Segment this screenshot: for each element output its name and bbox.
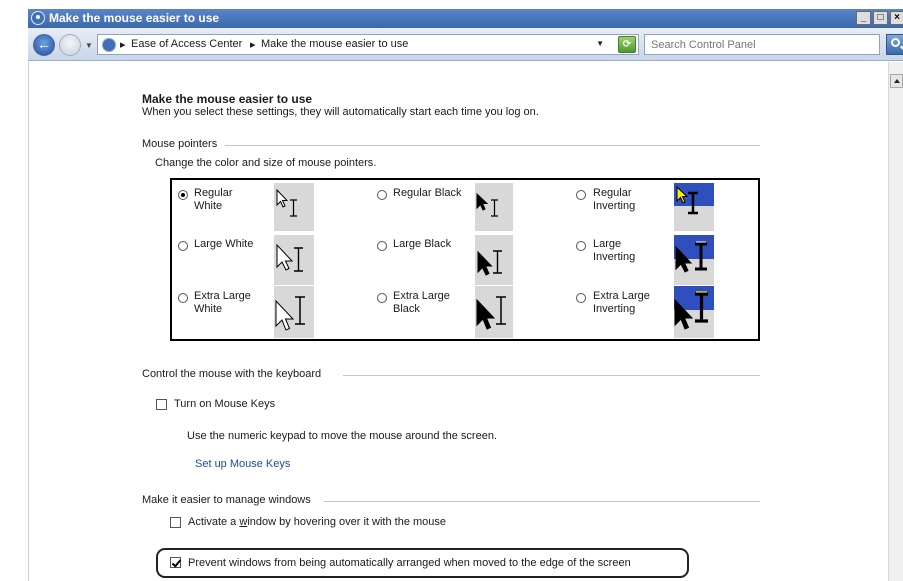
- pointer-scheme-grid: Regular White Regular Black Regular Invert…: [170, 178, 760, 341]
- setup-mouse-keys-link[interactable]: Set up Mouse Keys: [195, 458, 290, 470]
- large-white-pointer-preview: [274, 235, 314, 285]
- back-button[interactable]: ←: [33, 34, 55, 56]
- option-large-black-label[interactable]: Large Black: [393, 238, 451, 251]
- large-black-pointer-preview: [475, 235, 513, 285]
- address-dropdown-icon[interactable]: ▼: [596, 39, 604, 48]
- minimize-button[interactable]: _: [856, 11, 871, 25]
- radio-large-black[interactable]: [377, 241, 387, 251]
- regular-inverting-pointer-preview: [674, 183, 714, 231]
- address-bar[interactable]: ▸ Ease of Access Center ▸ Make the mouse…: [97, 34, 639, 55]
- extra-large-black-pointer-preview: [475, 286, 513, 338]
- close-button[interactable]: ×: [890, 11, 903, 25]
- hover-activate-label[interactable]: Activate a window by hovering over it wi…: [188, 516, 446, 528]
- radio-extra-large-inverting[interactable]: [576, 293, 586, 303]
- page-title: Make the mouse easier to use: [142, 92, 313, 106]
- option-extra-large-inverting-label[interactable]: Extra Large Inverting: [593, 290, 650, 316]
- navigation-bar: ← ▼ ▸ Ease of Access Center ▸ Make the m…: [28, 28, 903, 61]
- window-title: Make the mouse easier to use: [49, 11, 220, 25]
- group-divider: [343, 375, 760, 376]
- title-bar: Make the mouse easier to use _ □ ×: [28, 9, 903, 28]
- radio-large-inverting[interactable]: [576, 241, 586, 251]
- forward-button[interactable]: [59, 34, 81, 56]
- regular-black-pointer-preview: [475, 183, 513, 231]
- search-button[interactable]: [886, 34, 903, 55]
- regular-white-pointer-preview: [274, 183, 314, 231]
- page-subtitle: When you select these settings, they wil…: [142, 106, 539, 118]
- search-icon: [891, 38, 900, 47]
- history-dropdown-icon[interactable]: ▼: [85, 41, 93, 50]
- option-extra-large-white-label[interactable]: Extra Large White: [194, 290, 251, 316]
- extra-large-inverting-pointer-preview: [674, 286, 714, 338]
- pointer-description: Change the color and size of mouse point…: [155, 157, 377, 169]
- option-large-white-label[interactable]: Large White: [194, 238, 253, 251]
- breadcrumb-separator[interactable]: ▸: [120, 38, 126, 51]
- prevent-arrange-checkbox[interactable]: [170, 557, 181, 568]
- keyboard-group-label: Control the mouse with the keyboard: [142, 368, 322, 380]
- maximize-button[interactable]: □: [873, 11, 888, 25]
- mouse-keys-description: Use the numeric keypad to move the mouse…: [187, 430, 498, 442]
- control-panel-icon: [102, 38, 116, 52]
- option-regular-black-label[interactable]: Regular Black: [393, 187, 461, 200]
- large-inverting-pointer-preview: [674, 235, 714, 285]
- option-extra-large-black-label[interactable]: Extra Large Black: [393, 290, 450, 316]
- mouse-pointers-group-label: Mouse pointers: [142, 138, 218, 150]
- radio-regular-inverting[interactable]: [576, 190, 586, 200]
- scroll-up-arrow[interactable]: [890, 74, 903, 88]
- radio-large-white[interactable]: [178, 241, 188, 251]
- extra-large-white-pointer-preview: [274, 286, 314, 338]
- breadcrumb-current[interactable]: Make the mouse easier to use: [261, 38, 408, 50]
- option-regular-white-label[interactable]: Regular White: [194, 187, 233, 213]
- search-box[interactable]: [644, 34, 880, 55]
- group-divider: [324, 501, 760, 502]
- refresh-button[interactable]: ⟳: [618, 36, 636, 53]
- option-large-inverting-label[interactable]: Large Inverting: [593, 238, 635, 264]
- group-divider: [225, 145, 760, 146]
- radio-regular-black[interactable]: [377, 190, 387, 200]
- prevent-arrange-label[interactable]: Prevent windows from being automatically…: [188, 557, 631, 569]
- hover-activate-checkbox[interactable]: [170, 517, 181, 528]
- radio-extra-large-white[interactable]: [178, 293, 188, 303]
- breadcrumb-separator[interactable]: ▸: [250, 38, 256, 51]
- breadcrumb-ease-of-access[interactable]: Ease of Access Center: [131, 38, 242, 50]
- mouse-keys-checkbox[interactable]: [156, 399, 167, 410]
- ease-of-access-icon: [31, 11, 45, 25]
- radio-regular-white[interactable]: [178, 190, 188, 200]
- vertical-scrollbar[interactable]: [888, 62, 903, 581]
- mouse-keys-label[interactable]: Turn on Mouse Keys: [174, 398, 275, 410]
- search-input[interactable]: [645, 35, 879, 54]
- radio-extra-large-black[interactable]: [377, 293, 387, 303]
- option-regular-inverting-label[interactable]: Regular Inverting: [593, 187, 635, 213]
- windows-group-label: Make it easier to manage windows: [142, 494, 311, 506]
